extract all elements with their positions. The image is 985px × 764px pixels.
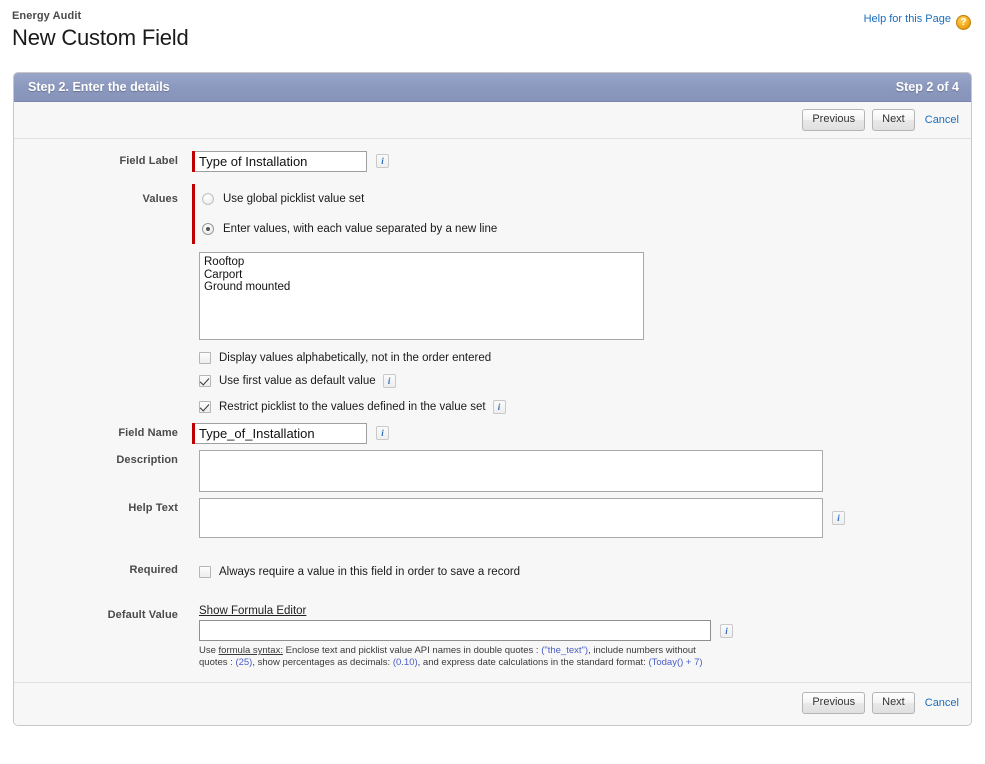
radio-option-enter-values[interactable]: Enter values, with each value separated … — [195, 214, 497, 244]
cancel-link-bottom[interactable]: Cancel — [925, 697, 959, 709]
values-label: Values — [14, 184, 192, 205]
field-name-control: i — [192, 423, 389, 444]
radio-icon-enter-values[interactable] — [202, 223, 214, 235]
step-header: Step 2. Enter the details Step 2 of 4 — [14, 73, 971, 102]
top-button-row: Previous Next Cancel — [14, 102, 971, 139]
cancel-link-top[interactable]: Cancel — [925, 114, 959, 126]
field-label-label: Field Label — [14, 151, 192, 167]
syntax-part-1: Use — [199, 645, 219, 656]
radio-label-enter-values: Enter values, with each value separated … — [223, 223, 497, 235]
checkbox-display-alphabetically[interactable]: Display values alphabetically, not in th… — [199, 346, 491, 369]
field-label-row: Field Label i — [14, 151, 971, 172]
values-checkbox-spacer-label — [14, 346, 192, 350]
syntax-code-date: (Today() + 7) — [648, 657, 702, 668]
formula-syntax-help: Use formula syntax: Enclose text and pic… — [199, 645, 707, 668]
description-textarea[interactable] — [199, 450, 823, 492]
syntax-part-5: , show percentages as decimals: — [252, 657, 392, 668]
values-checkboxes-control: Display values alphabetically, not in th… — [192, 346, 506, 418]
syntax-code-number: (25) — [235, 657, 252, 668]
syntax-part-6: , and express date calculations in the s… — [418, 657, 649, 668]
default-value-label: Default Value — [14, 605, 192, 621]
next-button-bottom[interactable]: Next — [872, 692, 915, 714]
help-text-row: Help Text i — [14, 498, 971, 538]
default-value-input-wrap: i — [199, 620, 733, 641]
syntax-formula-syntax-link[interactable]: formula syntax: — [219, 645, 283, 656]
previous-button-bottom[interactable]: Previous — [802, 692, 865, 714]
info-icon[interactable]: i — [720, 624, 733, 638]
info-icon[interactable]: i — [376, 426, 389, 440]
help-for-this-page-link[interactable]: Help for this Page? — [864, 13, 971, 30]
checkbox-label-always-require: Always require a value in this field in … — [219, 566, 520, 578]
show-formula-editor-link[interactable]: Show Formula Editor — [199, 605, 306, 617]
help-text-label: Help Text — [14, 498, 192, 514]
checkbox-always-require[interactable]: Always require a value in this field in … — [199, 560, 520, 583]
form-body: Field Label i Values Use global picklist… — [14, 139, 971, 682]
new-custom-field-page: Energy Audit New Custom Field Help for t… — [0, 0, 985, 764]
checkbox-label-use-first-value-default: Use first value as default value — [219, 375, 376, 387]
checkbox-label-restrict-picklist: Restrict picklist to the values defined … — [219, 401, 486, 413]
values-radio-group: Use global picklist value set Enter valu… — [195, 184, 497, 244]
description-label: Description — [14, 450, 192, 466]
info-icon[interactable]: i — [383, 374, 396, 388]
info-icon[interactable]: i — [493, 400, 506, 414]
field-name-row: Field Name i — [14, 423, 971, 444]
bottom-button-row: Previous Next Cancel — [14, 682, 971, 725]
checkbox-label-display-alphabetically: Display values alphabetically, not in th… — [219, 352, 491, 364]
step-title: Step 2. Enter the details — [28, 80, 170, 94]
field-label-input[interactable] — [195, 151, 367, 172]
question-mark-circle-icon[interactable]: ? — [956, 15, 971, 30]
info-icon[interactable]: i — [376, 154, 389, 168]
help-text-textarea[interactable] — [199, 498, 823, 538]
field-label-control: i — [192, 151, 389, 172]
required-control: Always require a value in this field in … — [192, 560, 520, 583]
syntax-code-percent: (0.10) — [393, 657, 418, 668]
default-value-control: Show Formula Editor i Use formula syntax… — [192, 605, 733, 668]
checkbox-icon-use-first-value-default[interactable] — [199, 375, 211, 387]
values-checkboxes-row: Display values alphabetically, not in th… — [14, 346, 971, 418]
breadcrumb: Energy Audit — [12, 10, 971, 23]
radio-icon-global-picklist[interactable] — [202, 193, 214, 205]
required-row: Required Always require a value in this … — [14, 560, 971, 583]
spacer — [14, 244, 971, 252]
values-textarea-control: Rooftop Carport Ground mounted — [192, 252, 644, 340]
field-name-label: Field Name — [14, 423, 192, 439]
checkbox-icon-display-alphabetically[interactable] — [199, 352, 211, 364]
default-value-row: Default Value Show Formula Editor i Use … — [14, 605, 971, 668]
page-title: New Custom Field — [12, 25, 971, 51]
checkbox-restrict-picklist[interactable]: Restrict picklist to the values defined … — [199, 395, 506, 418]
description-row: Description — [14, 450, 971, 492]
values-row: Values Use global picklist value set Ent… — [14, 184, 971, 244]
info-icon[interactable]: i — [832, 511, 845, 525]
checkbox-use-first-value-default[interactable]: Use first value as default value i — [199, 369, 396, 392]
description-control — [192, 450, 823, 492]
values-control: Use global picklist value set Enter valu… — [192, 184, 497, 244]
help-link-label: Help for this Page — [864, 13, 951, 25]
syntax-part-3: Enclose text and picklist value API name… — [283, 645, 541, 656]
previous-button-top[interactable]: Previous — [802, 109, 865, 131]
help-text-control: i — [192, 498, 845, 538]
step-progress: Step 2 of 4 — [896, 80, 959, 94]
masthead: Energy Audit New Custom Field Help for t… — [0, 0, 985, 62]
checkbox-icon-always-require[interactable] — [199, 566, 211, 578]
default-value-input[interactable] — [199, 620, 711, 641]
radio-label-global-picklist: Use global picklist value set — [223, 193, 364, 205]
picklist-values-textarea[interactable]: Rooftop Carport Ground mounted — [199, 252, 644, 340]
radio-option-global-picklist[interactable]: Use global picklist value set — [195, 184, 497, 214]
values-textarea-row: Rooftop Carport Ground mounted — [14, 252, 971, 340]
next-button-top[interactable]: Next — [872, 109, 915, 131]
values-textarea-spacer-label — [14, 252, 192, 256]
required-label: Required — [14, 560, 192, 576]
checkbox-icon-restrict-picklist[interactable] — [199, 401, 211, 413]
field-name-input[interactable] — [195, 423, 367, 444]
step-container: Step 2. Enter the details Step 2 of 4 Pr… — [13, 72, 972, 726]
syntax-code-text: ("the_text") — [541, 645, 588, 656]
